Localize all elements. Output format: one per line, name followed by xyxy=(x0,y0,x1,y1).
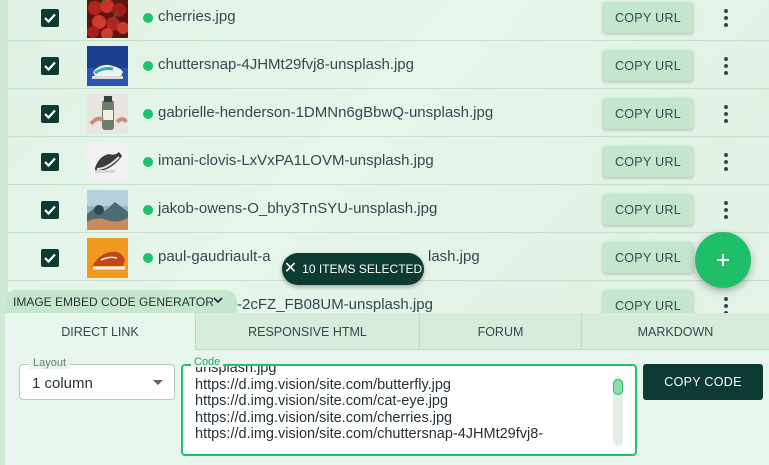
add-button[interactable] xyxy=(695,232,751,288)
embed-generator-label: IMAGE EMBED CODE GENERATOR xyxy=(13,294,214,309)
selection-count-label: 10 ITEMS SELECTED xyxy=(302,262,423,276)
check-icon xyxy=(44,157,56,168)
file-name: chuttersnap-4JHMt29fvj8-unsplash.jpg xyxy=(158,56,414,73)
list-item[interactable]: cherries.jpg COPY URL xyxy=(8,0,769,41)
list-item[interactable]: imani-clovis-LxVxPA1LOVM-unsplash.jpg CO… xyxy=(8,138,769,185)
embed-code-panel: DIRECT LINK RESPONSIVE HTML FORUM MARKDO… xyxy=(5,313,769,465)
layout-select[interactable]: Layout 1 column xyxy=(19,357,175,400)
file-name: gabrielle-henderson-1DMNn6gBbwQ-unsplash… xyxy=(158,104,494,121)
check-icon xyxy=(44,13,56,24)
copy-url-button[interactable]: COPY URL xyxy=(603,98,693,129)
close-icon[interactable]: ✕ xyxy=(284,261,297,277)
more-vertical-icon[interactable] xyxy=(719,102,733,126)
list-item[interactable]: gabrielle-henderson-1DMNn6gBbwQ-unsplash… xyxy=(8,90,769,137)
landscape-thumbnail xyxy=(87,190,128,230)
more-vertical-icon[interactable] xyxy=(719,6,733,30)
embed-generator-toggle[interactable]: IMAGE EMBED CODE GENERATOR xyxy=(5,290,237,313)
status-dot xyxy=(143,205,153,215)
dropdown-caret-icon xyxy=(153,380,163,385)
copy-url-button[interactable]: COPY URL xyxy=(603,194,693,225)
scrollbar-thumb[interactable] xyxy=(613,379,623,395)
code-line: https://d.img.vision/site.com/butterfly.… xyxy=(195,376,452,393)
more-vertical-icon[interactable] xyxy=(719,198,733,222)
status-dot xyxy=(143,61,153,71)
orange-shoe-thumbnail xyxy=(87,238,128,278)
code-legend: Code xyxy=(191,357,224,368)
copy-url-button[interactable]: COPY URL xyxy=(603,2,693,33)
copy-url-button[interactable]: COPY URL xyxy=(603,242,693,273)
status-dot xyxy=(143,157,153,167)
code-line: https://d.img.vision/site.com/cat-eye.jp… xyxy=(195,393,449,409)
status-dot xyxy=(143,253,153,263)
status-dot xyxy=(143,109,153,119)
copy-url-button[interactable]: COPY URL xyxy=(603,50,693,81)
file-name: jakob-owens-O_bhy3TnSYU-unsplash.jpg xyxy=(158,200,438,217)
status-dot xyxy=(143,13,153,23)
cherries-thumbnail xyxy=(87,0,128,38)
list-item[interactable]: chuttersnap-4JHMt29fvj8-unsplash.jpg COP… xyxy=(8,42,769,89)
code-line: https://d.img.vision/site.com/cherries.j… xyxy=(195,409,453,426)
code-line: https://d.img.vision/site.com/chuttersna… xyxy=(195,426,544,442)
list-item[interactable]: jakob-owens-O_bhy3TnSYU-unsplash.jpg COP… xyxy=(8,186,769,233)
row-checkbox[interactable] xyxy=(41,105,59,123)
copy-url-button[interactable]: COPY URL xyxy=(603,146,693,177)
copy-code-button[interactable]: COPY CODE xyxy=(643,364,763,400)
tab-direct-link[interactable]: DIRECT LINK xyxy=(5,313,196,350)
row-checkbox[interactable] xyxy=(41,9,59,27)
code-line: unsplash.jpg xyxy=(195,364,277,376)
tab-markdown[interactable]: MARKDOWN xyxy=(582,313,769,350)
code-scrollbar[interactable] xyxy=(613,376,623,446)
row-checkbox[interactable] xyxy=(41,57,59,75)
tab-responsive-html[interactable]: RESPONSIVE HTML xyxy=(196,313,420,350)
sneaker-blue-thumbnail xyxy=(87,46,128,86)
check-icon xyxy=(44,61,56,72)
file-name: imani-clovis-LxVxPA1LOVM-unsplash.jpg xyxy=(158,152,434,169)
more-vertical-icon[interactable] xyxy=(719,150,733,174)
check-icon xyxy=(44,109,56,120)
file-name-tail: lash.jpg xyxy=(428,248,480,265)
selection-chip[interactable]: ✕ 10 ITEMS SELECTED xyxy=(282,253,424,285)
row-checkbox[interactable] xyxy=(41,153,59,171)
row-checkbox[interactable] xyxy=(41,249,59,267)
row-checkbox[interactable] xyxy=(41,201,59,219)
tab-forum[interactable]: FORUM xyxy=(420,313,582,350)
file-name-tail: -2cFZ_FB08UM-unsplash.jpg xyxy=(237,296,433,313)
bottle-thumbnail xyxy=(87,94,128,134)
sneaker-white-thumbnail xyxy=(87,142,128,182)
layout-legend: Layout xyxy=(29,357,71,369)
check-icon xyxy=(44,253,56,264)
code-textarea[interactable]: unsplash.jpg https://d.img.vision/site.c… xyxy=(181,364,637,456)
file-name: cherries.jpg xyxy=(158,8,236,25)
chevron-down-icon xyxy=(213,297,223,304)
code-content: unsplash.jpg https://d.img.vision/site.c… xyxy=(195,364,605,443)
more-vertical-icon[interactable] xyxy=(719,54,733,78)
check-icon xyxy=(44,205,56,216)
layout-value: 1 column xyxy=(32,375,93,392)
plus-icon xyxy=(717,254,729,266)
embed-tabs: DIRECT LINK RESPONSIVE HTML FORUM MARKDO… xyxy=(5,313,769,350)
file-name: paul-gaudriault-a xyxy=(158,248,271,265)
